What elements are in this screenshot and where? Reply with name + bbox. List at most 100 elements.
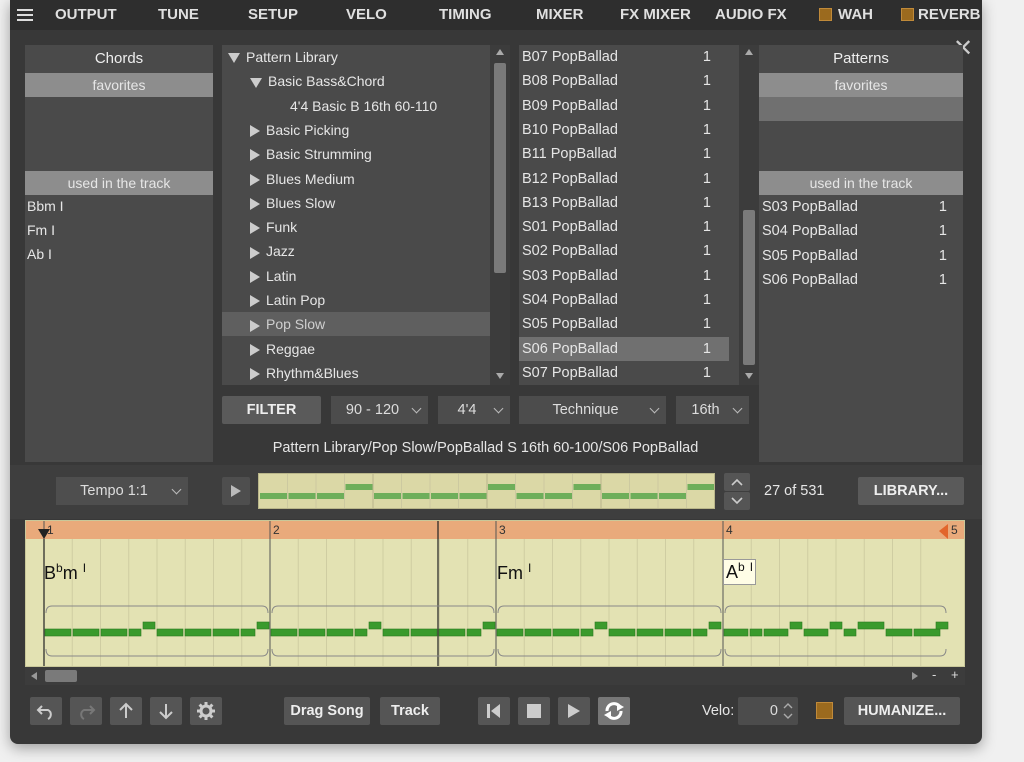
collapsed-triangle-icon[interactable] xyxy=(250,246,260,259)
pattern-next-button[interactable] xyxy=(724,492,750,510)
expanded-triangle-icon[interactable] xyxy=(250,77,262,88)
library-tree-row[interactable]: Basic Strumming xyxy=(222,142,490,166)
library-tree-row[interactable]: Jazz xyxy=(222,239,490,263)
tab-wah[interactable]: WAH xyxy=(838,6,873,23)
chord-item-1[interactable]: Bbm I xyxy=(27,198,64,214)
undo-button[interactable] xyxy=(30,697,62,725)
tab-velo[interactable]: VELO xyxy=(346,6,387,23)
humanize-checkbox[interactable] xyxy=(816,702,833,719)
move-up-button[interactable] xyxy=(110,697,142,725)
used-pattern-row[interactable]: S03 PopBallad 1 xyxy=(759,195,963,219)
scroll-left-icon[interactable] xyxy=(31,672,37,680)
pattern-list-row[interactable]: B09 PopBallad 1 xyxy=(519,94,729,118)
library-tree-row[interactable]: Basic Picking xyxy=(222,118,490,142)
pattern-list-row[interactable]: B07 PopBallad 1 xyxy=(519,45,729,69)
pattern-list-row[interactable]: B10 PopBallad 1 xyxy=(519,118,729,142)
wah-checkbox[interactable] xyxy=(819,8,832,21)
filter-button[interactable]: FILTER xyxy=(222,396,321,424)
library-tree-row[interactable]: Rhythm&Blues xyxy=(222,361,490,385)
zoom-in-button[interactable]: + xyxy=(951,667,959,682)
collapsed-triangle-icon[interactable] xyxy=(250,173,260,186)
rewind-button[interactable] xyxy=(478,697,510,725)
scroll-up-icon[interactable] xyxy=(745,49,753,55)
library-tree-row[interactable]: Pattern Library xyxy=(222,45,490,69)
library-tree-row[interactable]: Funk xyxy=(222,215,490,239)
scroll-right-icon[interactable] xyxy=(912,672,918,680)
patterns-favorites-header[interactable]: favorites xyxy=(759,73,963,97)
library-tree-row[interactable]: 4'4 Basic B 16th 60-110 xyxy=(222,94,490,118)
chord-item-2[interactable]: Fm I xyxy=(27,222,55,238)
tree-scroll-thumb[interactable] xyxy=(494,63,506,273)
library-tree-row[interactable]: Latin Pop xyxy=(222,288,490,312)
technique-dropdown[interactable]: Technique xyxy=(519,396,666,424)
chord-item-3[interactable]: Ab I xyxy=(27,246,52,262)
library-tree-row[interactable]: Basic Bass&Chord xyxy=(222,69,490,93)
used-pattern-row[interactable]: S06 PopBallad 1 xyxy=(759,268,963,292)
redo-button[interactable] xyxy=(70,697,102,725)
collapsed-triangle-icon[interactable] xyxy=(250,319,260,332)
collapsed-triangle-icon[interactable] xyxy=(250,149,260,162)
scroll-down-icon[interactable] xyxy=(496,373,504,379)
chord-label-2[interactable]: Fm I xyxy=(497,561,531,584)
preview-play-button[interactable] xyxy=(222,477,250,505)
pattern-list-row[interactable]: S02 PopBallad 1 xyxy=(519,239,729,263)
velo-stepper[interactable]: 0 xyxy=(738,697,798,725)
library-button[interactable]: LIBRARY... xyxy=(858,477,964,505)
settings-button[interactable] xyxy=(190,697,222,725)
zoom-out-button[interactable]: - xyxy=(932,667,936,682)
move-down-button[interactable] xyxy=(150,697,182,725)
pattern-scrollbar[interactable] xyxy=(739,45,759,385)
tree-scrollbar[interactable] xyxy=(490,45,510,385)
scroll-down-icon[interactable] xyxy=(745,373,753,379)
favorites-empty-row[interactable] xyxy=(759,97,963,121)
pattern-preview[interactable] xyxy=(258,473,715,509)
tab-reverb[interactable]: REVERB xyxy=(918,6,981,23)
reverb-checkbox[interactable] xyxy=(901,8,914,21)
tab-fx-mixer[interactable]: FX MIXER xyxy=(620,6,691,23)
collapsed-triangle-icon[interactable] xyxy=(250,198,260,211)
loop-button[interactable] xyxy=(598,697,630,725)
pattern-list-row[interactable]: B11 PopBallad 1 xyxy=(519,142,729,166)
hamburger-menu-icon[interactable] xyxy=(10,0,40,30)
pattern-list-row[interactable]: B08 PopBallad 1 xyxy=(519,69,729,93)
scroll-up-icon[interactable] xyxy=(496,49,504,55)
horizontal-scroll-thumb[interactable] xyxy=(45,670,77,682)
pattern-list-row[interactable]: B13 PopBallad 1 xyxy=(519,191,729,215)
pattern-list-row[interactable]: S06 PopBallad 1 xyxy=(519,336,729,361)
drag-track-button[interactable]: Track xyxy=(380,697,440,725)
collapsed-triangle-icon[interactable] xyxy=(250,270,260,283)
expanded-triangle-icon[interactable] xyxy=(228,53,240,64)
pattern-list-row[interactable]: S07 PopBallad 1 xyxy=(519,361,729,385)
chords-favorites-header[interactable]: favorites xyxy=(25,73,213,97)
chords-used-header[interactable]: used in the track xyxy=(25,171,213,195)
tab-tune[interactable]: TUNE xyxy=(158,6,199,23)
tab-timing[interactable]: TIMING xyxy=(439,6,492,23)
pattern-list-row[interactable]: S03 PopBallad 1 xyxy=(519,264,729,288)
drag-song-button[interactable]: Drag Song xyxy=(284,697,370,725)
pattern-scroll-thumb[interactable] xyxy=(743,210,755,365)
collapsed-triangle-icon[interactable] xyxy=(250,125,260,138)
chord-label-3[interactable]: Ab I xyxy=(723,559,757,585)
stepper-arrows-icon[interactable] xyxy=(783,701,793,721)
collapsed-triangle-icon[interactable] xyxy=(250,368,260,381)
horizontal-scrollbar[interactable]: - + xyxy=(25,667,965,685)
chord-label-1[interactable]: Bbm I xyxy=(44,561,86,584)
tab-setup[interactable]: SETUP xyxy=(248,6,298,23)
tab-output[interactable]: OUTPUT xyxy=(55,6,117,23)
pattern-list-row[interactable]: S01 PopBallad 1 xyxy=(519,215,729,239)
meter-dropdown[interactable]: 4'4 xyxy=(438,396,510,424)
used-pattern-row[interactable]: S04 PopBallad 1 xyxy=(759,219,963,243)
humanize-button[interactable]: HUMANIZE... xyxy=(844,697,960,725)
division-dropdown[interactable]: 16th xyxy=(676,396,749,424)
tab-mixer[interactable]: MIXER xyxy=(536,6,584,23)
tempo-ratio-dropdown[interactable]: Tempo 1:1 xyxy=(56,477,188,505)
collapsed-triangle-icon[interactable] xyxy=(250,222,260,235)
collapsed-triangle-icon[interactable] xyxy=(250,343,260,356)
library-tree-row[interactable]: Pop Slow xyxy=(222,312,490,337)
collapsed-triangle-icon[interactable] xyxy=(250,295,260,308)
tab-audio-fx[interactable]: AUDIO FX xyxy=(715,6,787,23)
play-button[interactable] xyxy=(558,697,590,725)
pattern-list-row[interactable]: S05 PopBallad 1 xyxy=(519,312,729,336)
track-editor[interactable]: 12345 Bbm I Fm I Ab I xyxy=(25,520,965,667)
stop-button[interactable] xyxy=(518,697,550,725)
